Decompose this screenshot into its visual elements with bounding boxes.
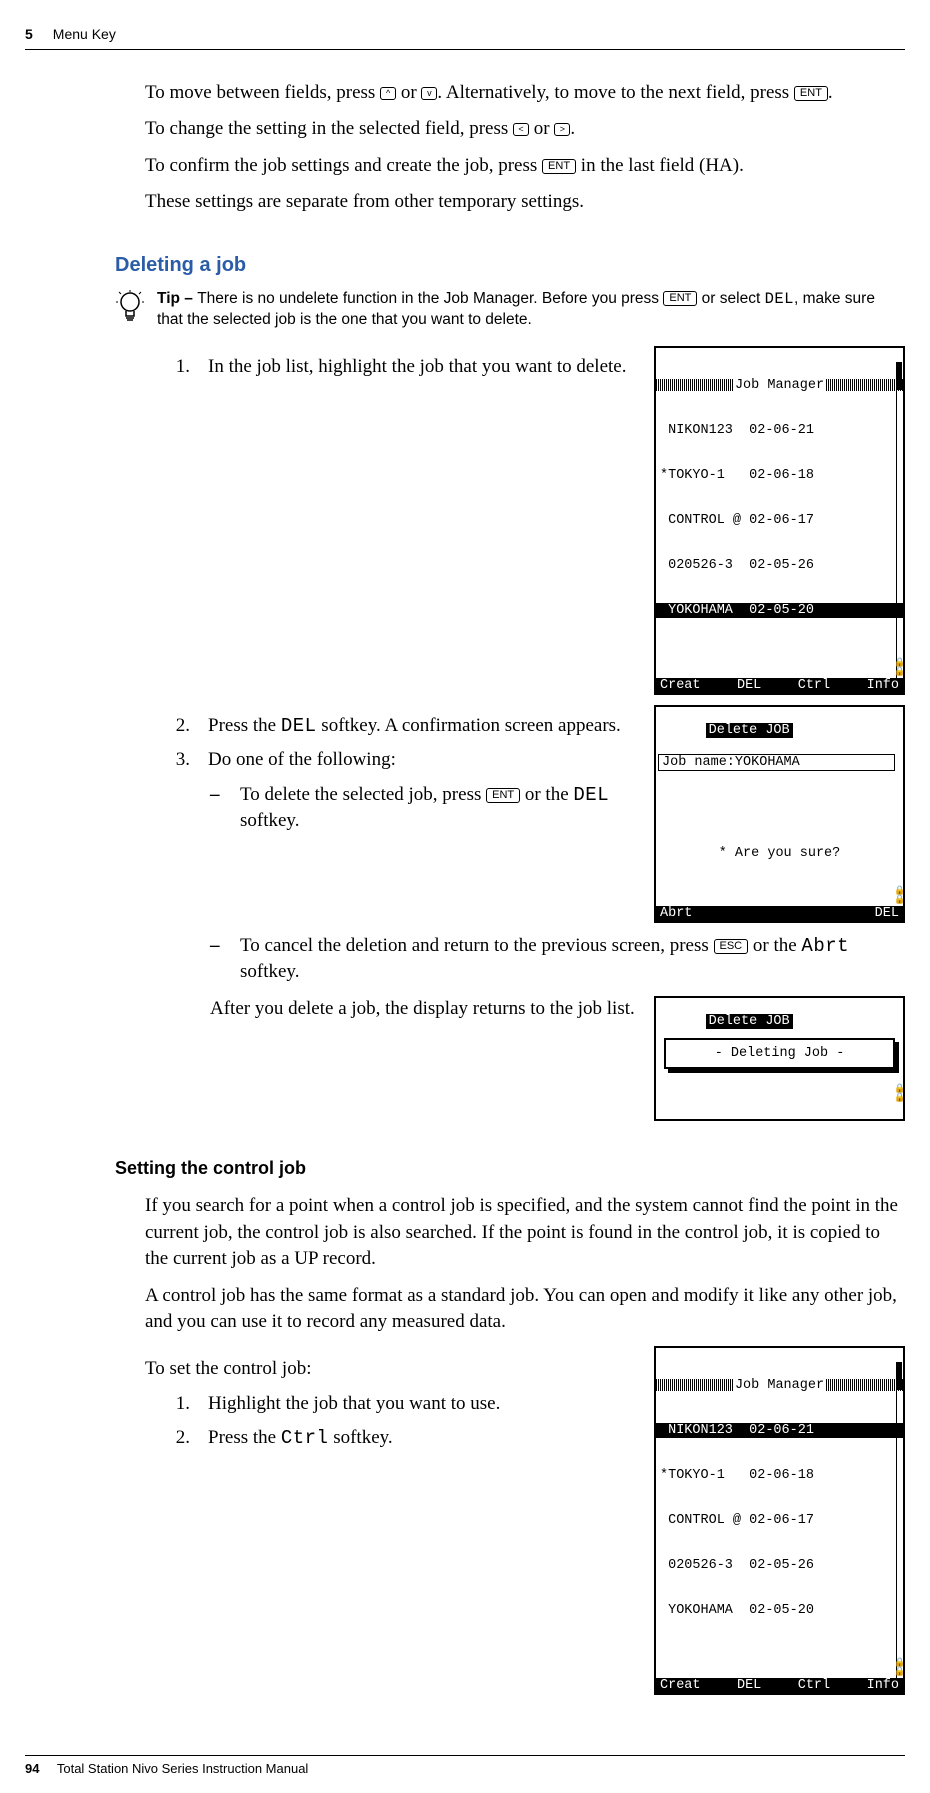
page-number: 94: [25, 1761, 39, 1776]
step-1: 1.In the job list, highlight the job tha…: [145, 354, 636, 381]
lcd-job-manager: Job Manager NIKON123 02-06-21 *TOKYO-1 0…: [654, 346, 905, 695]
down-key-icon: v: [421, 87, 437, 100]
del-softkey-label: DEL: [765, 290, 794, 308]
after-delete-text: After you delete a job, the display retu…: [210, 996, 636, 1023]
list-item: 020526-3 02-05-26: [656, 558, 903, 573]
lcd-delete-confirm: Delete JOB Job name:YOKOHAMA * Are you s…: [654, 705, 905, 923]
confirm-prompt: * Are you sure?: [656, 846, 903, 861]
paragraph: To move between fields, press ^ or v. Al…: [145, 80, 905, 107]
del-softkey-label: DEL: [281, 715, 317, 737]
left-key-icon: <: [513, 123, 529, 136]
deleting-popup: - Deleting Job -: [664, 1038, 895, 1069]
tip-text: Tip – There is no undelete function in t…: [157, 289, 905, 331]
lead-text: To set the control job:: [145, 1356, 636, 1383]
list-item: YOKOHAMA 02-05-20: [656, 1603, 903, 1618]
chapter-title: Menu Key: [53, 25, 116, 45]
paragraph: To change the setting in the selected fi…: [145, 116, 905, 143]
section-heading-control: Setting the control job: [115, 1156, 905, 1181]
list-item-selected: YOKOHAMA 02-05-20: [656, 603, 903, 618]
page-footer: 94 Total Station Nivo Series Instruction…: [25, 1755, 905, 1778]
softkey-bar: Creat DEL Ctrl Info: [656, 1678, 903, 1693]
ent-key-icon: ENT: [794, 86, 828, 101]
step-2: 2.Press the DEL softkey. A confirmation …: [145, 713, 636, 740]
esc-key-icon: ESC: [714, 939, 749, 954]
manual-title: Total Station Nivo Series Instruction Ma…: [57, 1761, 308, 1776]
softkey-bar: Abrt DEL: [656, 906, 903, 921]
ctrl-softkey-label: Ctrl: [281, 1427, 329, 1449]
page-header: 5 Menu Key: [25, 25, 905, 50]
ent-key-icon: ENT: [663, 291, 697, 306]
paragraph: If you search for a point when a control…: [145, 1193, 905, 1273]
scrollbar: [896, 1362, 902, 1678]
lcd-deleting-job: Delete JOB - Deleting Job - 🔒🔒: [654, 996, 905, 1121]
lock-icon: 🔒🔒: [894, 887, 902, 905]
tip-lightbulb-icon: [115, 289, 151, 334]
lock-icon: 🔒🔒: [894, 659, 902, 677]
job-name-line: Job name:YOKOHAMA: [658, 754, 895, 771]
ent-key-icon: ENT: [542, 159, 576, 174]
list-item: CONTROL @ 02-06-17: [656, 513, 903, 528]
scrollbar: [896, 362, 902, 678]
lock-icon: 🔒🔒: [894, 1659, 902, 1677]
chapter-number: 5: [25, 25, 33, 45]
paragraph: A control job has the same format as a s…: [145, 1283, 905, 1336]
ent-key-icon: ENT: [486, 788, 520, 803]
list-item: *TOKYO-1 02-06-18: [656, 468, 903, 483]
paragraph: To confirm the job settings and create t…: [145, 153, 905, 180]
list-item: 020526-3 02-05-26: [656, 1558, 903, 1573]
step-1: 1.Highlight the job that you want to use…: [145, 1391, 636, 1418]
del-softkey-label: DEL: [573, 784, 609, 806]
section-heading-deleting: Deleting a job: [115, 251, 905, 279]
softkey-bar: Creat DEL Ctrl Info: [656, 678, 903, 693]
bullet-delete: –To delete the selected job, press ENT o…: [210, 782, 636, 835]
up-key-icon: ^: [380, 87, 396, 100]
list-item: *TOKYO-1 02-06-18: [656, 1468, 903, 1483]
bullet-cancel: –To cancel the deletion and return to th…: [210, 933, 905, 986]
lcd-job-manager-ctrl: Job Manager NIKON123 02-06-21 *TOKYO-1 0…: [654, 1346, 905, 1695]
tip-row: Tip – There is no undelete function in t…: [115, 289, 905, 334]
paragraph: These settings are separate from other t…: [145, 189, 905, 216]
step-3: 3.Do one of the following:: [145, 747, 636, 774]
list-item: CONTROL @ 02-06-17: [656, 1513, 903, 1528]
list-item: NIKON123 02-06-21: [656, 423, 903, 438]
step-2: 2.Press the Ctrl softkey.: [145, 1425, 636, 1452]
lock-icon: 🔒🔒: [894, 1085, 902, 1103]
list-item-selected: NIKON123 02-06-21: [656, 1423, 903, 1438]
abrt-softkey-label: Abrt: [801, 935, 849, 957]
right-key-icon: >: [554, 123, 570, 136]
